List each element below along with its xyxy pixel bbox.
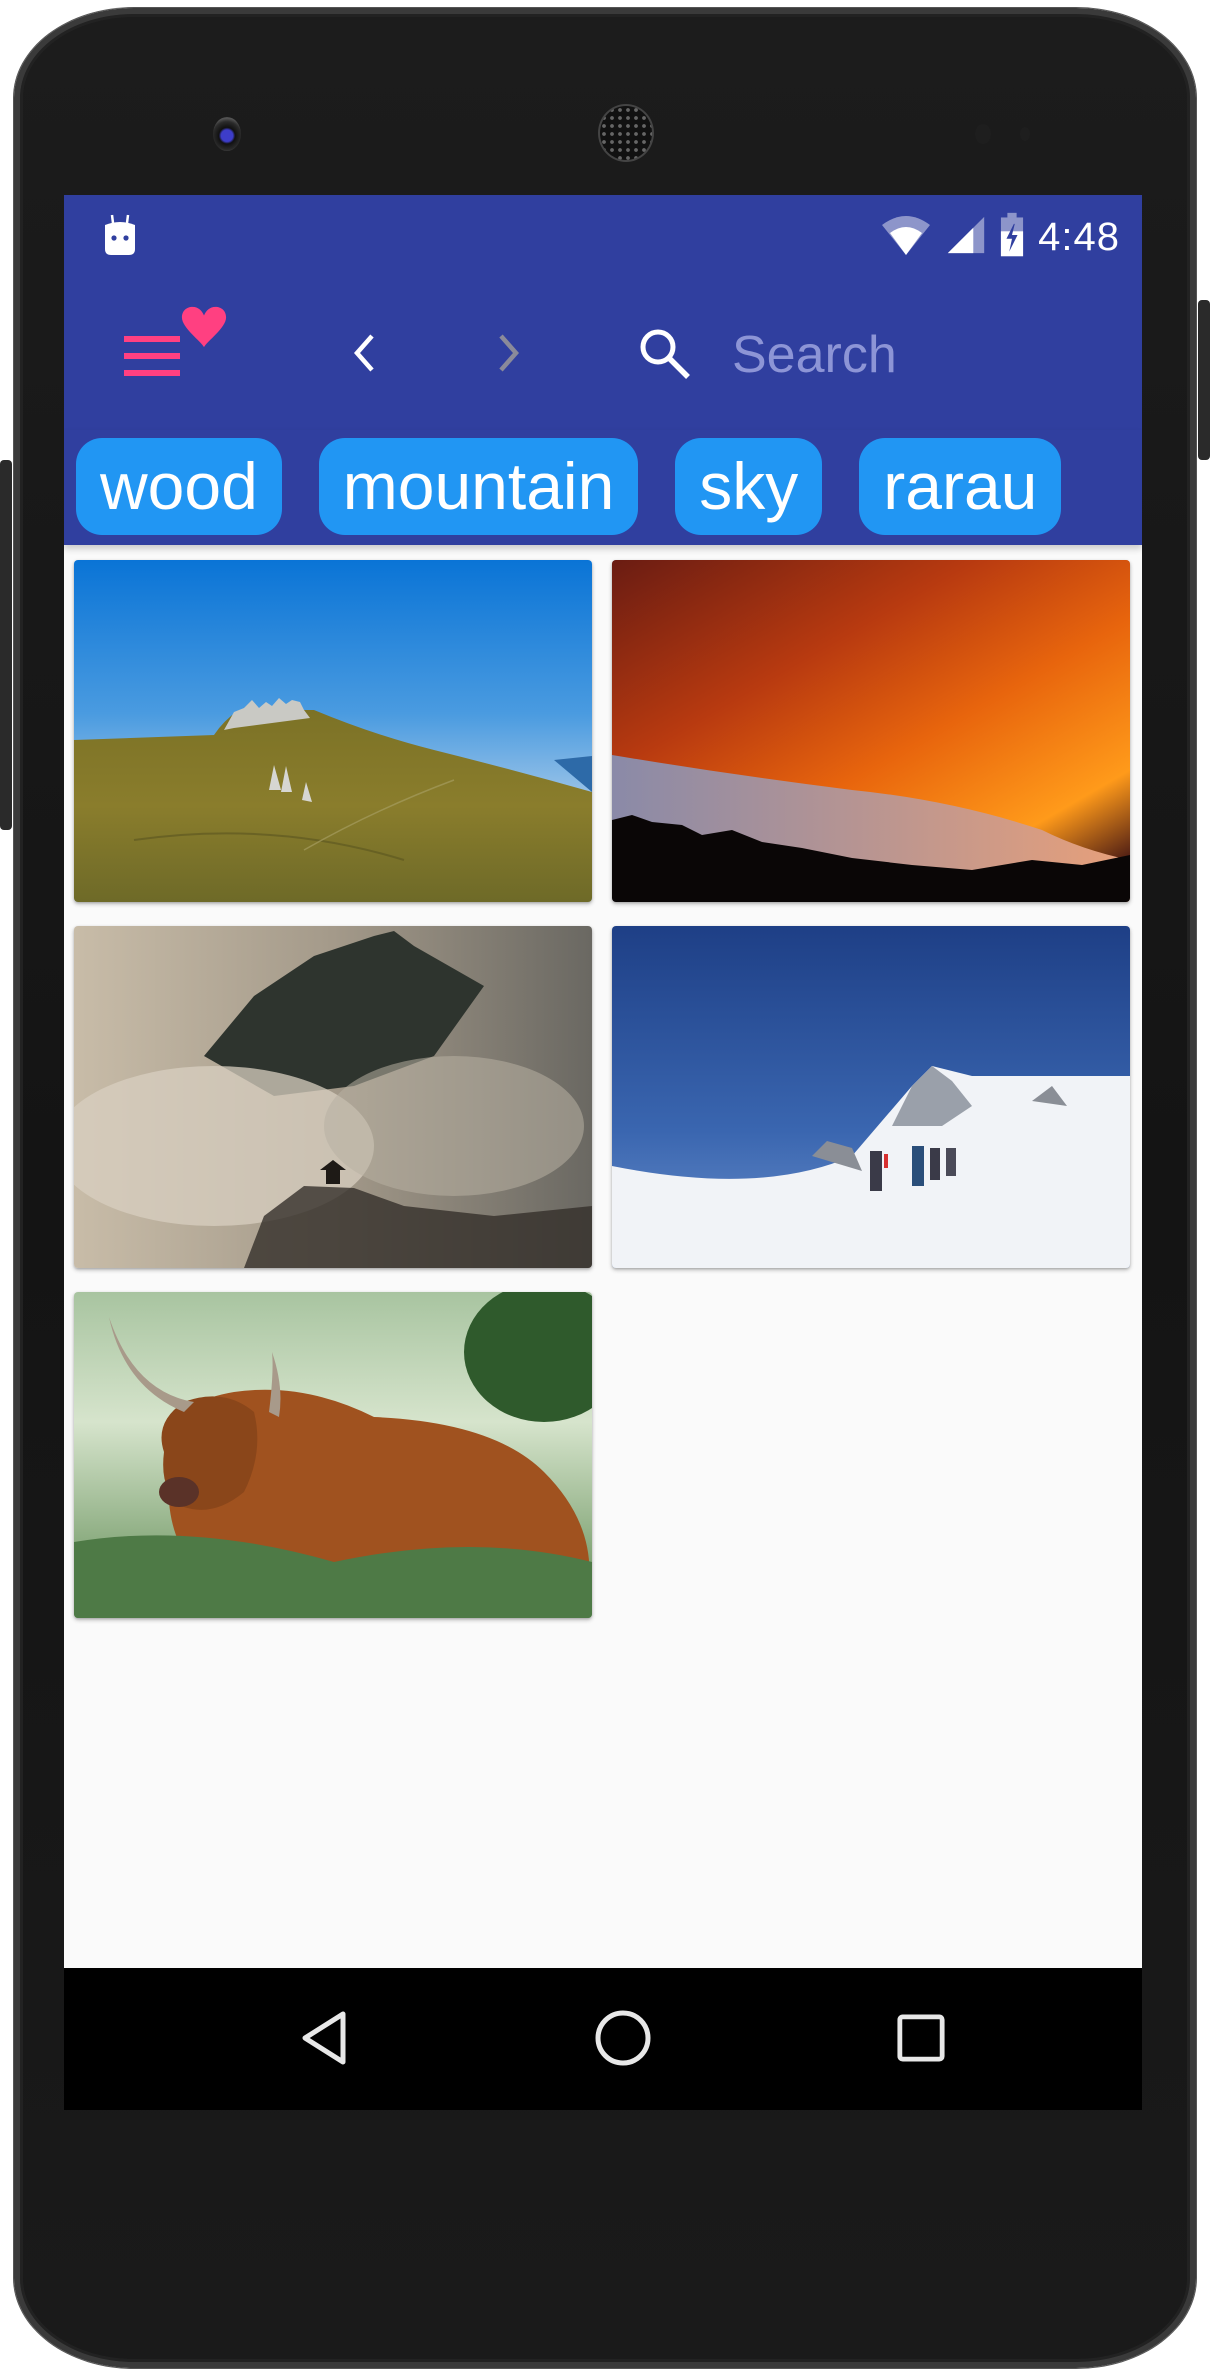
nav-back-button[interactable]: [279, 1998, 369, 2082]
sunset-clouds-image: [612, 560, 1130, 902]
image-card-snow-climbers[interactable]: [612, 926, 1130, 1268]
navigation-bar: [64, 1968, 1142, 2110]
search-input[interactable]: [732, 315, 1112, 395]
volume-button: [0, 460, 12, 830]
chevron-left-icon: [352, 333, 376, 378]
status-time: 4:48: [1038, 214, 1120, 259]
front-camera: [213, 117, 241, 151]
tag-chip-sky[interactable]: sky: [675, 438, 823, 535]
nav-home-button[interactable]: [578, 1998, 668, 2082]
tag-chips: wood mountain sky rarau: [64, 430, 1142, 545]
grassy-mountain-image: [74, 560, 592, 902]
nav-recents-icon: [896, 2013, 946, 2068]
image-grid: [74, 560, 1132, 1618]
search-button[interactable]: [619, 310, 709, 400]
earpiece-speaker: [598, 104, 654, 162]
image-card-misty-mountain[interactable]: [74, 926, 592, 1268]
proximity-sensor: [975, 124, 991, 144]
search-icon: [636, 325, 692, 386]
tag-chip-wood[interactable]: wood: [76, 438, 282, 535]
image-card-sunset-clouds[interactable]: [612, 560, 1130, 902]
nav-recents-button[interactable]: [876, 1998, 966, 2082]
image-card-grassy-mountain[interactable]: [74, 560, 592, 902]
menu-icon: [124, 336, 180, 383]
back-button[interactable]: [319, 310, 409, 400]
heart-icon: [180, 304, 228, 355]
light-sensor: [1020, 127, 1030, 141]
chevron-right-icon: [497, 333, 521, 378]
forward-button[interactable]: [464, 310, 554, 400]
misty-mountain-image: [74, 926, 592, 1268]
toolbar: [64, 280, 1142, 430]
status-icons: 4:48: [880, 209, 1120, 265]
tag-chip-mountain[interactable]: mountain: [318, 438, 639, 535]
image-card-highland-cow[interactable]: [74, 1292, 592, 1618]
status-bar: 4:48: [64, 195, 1142, 280]
highland-cow-image: [74, 1292, 592, 1618]
nav-home-icon: [593, 2008, 653, 2073]
android-debug-icon: [102, 213, 138, 257]
wifi-icon: [880, 213, 932, 262]
nav-back-icon: [299, 2010, 349, 2071]
tag-chip-rarau[interactable]: rarau: [859, 438, 1062, 535]
app-screen: 4:48 Search wood mountain sky rarau: [64, 195, 1142, 2110]
power-button: [1198, 300, 1210, 460]
battery-charging-icon: [1000, 211, 1024, 264]
snow-climbers-image: [612, 926, 1130, 1268]
favorites-menu-button[interactable]: [114, 300, 234, 390]
cell-signal-icon: [946, 213, 986, 262]
